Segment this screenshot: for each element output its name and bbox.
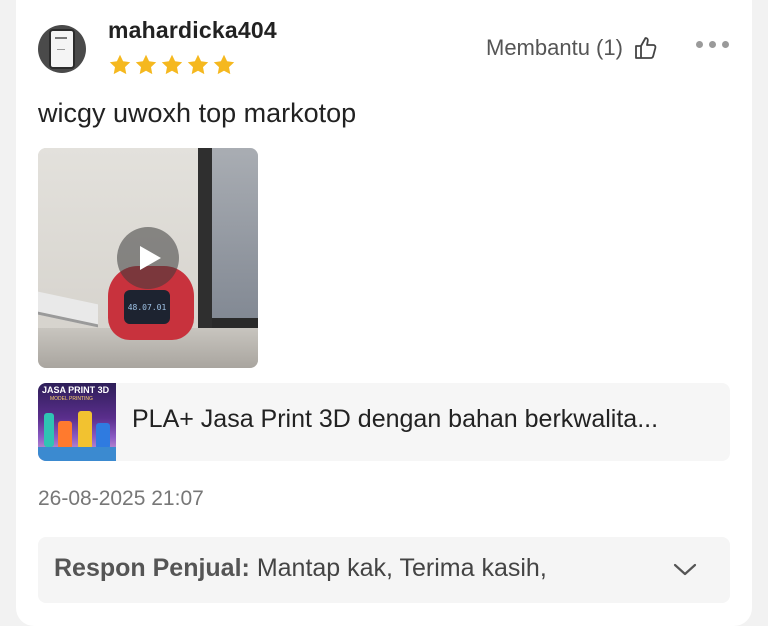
thumbnail-shape [44,413,54,447]
star-icon [213,54,235,75]
thumbnail-base [38,447,116,461]
play-icon[interactable] [117,227,179,289]
review-video-thumbnail[interactable]: 48.07.01 [38,148,258,368]
product-link[interactable]: JASA PRINT 3D MODEL PRINTING PLA+ Jasa P… [38,383,730,461]
review-date: 26-08-2025 21:07 [38,487,204,510]
product-thumbnail-subtitle: MODEL PRINTING [50,396,93,402]
helpful-label: Membantu (1) [486,35,623,60]
video-window-frame [198,148,212,338]
thumbnail-shape [96,423,110,449]
video-robot-screen: 48.07.01 [124,290,170,324]
rating-stars [108,53,236,77]
seller-response-text: Respon Penjual: Mantap kak, Terima kasih… [54,554,547,583]
product-name: PLA+ Jasa Print 3D dengan bahan berkwali… [132,405,659,433]
more-dot [709,41,716,48]
chevron-down-icon[interactable] [672,559,698,579]
avatar[interactable] [38,25,86,73]
more-icon[interactable] [696,41,729,48]
video-window [212,148,258,338]
star-icon [161,54,183,75]
avatar-phone-image [49,29,75,69]
thumbs-up-icon [633,35,659,61]
thumbnail-shape [58,421,72,449]
username[interactable]: mahardicka404 [108,17,277,44]
review-card: mahardicka404 Membantu (1) wicgy uwoxh t… [16,0,752,626]
review-text: wicgy uwoxh top markotop [38,98,357,128]
more-dot [722,41,729,48]
thumbnail-shape [78,411,92,449]
product-thumbnail: JASA PRINT 3D MODEL PRINTING [38,383,116,461]
seller-response[interactable]: Respon Penjual: Mantap kak, Terima kasih… [38,537,730,603]
star-icon [135,54,157,75]
helpful-button[interactable]: Membantu (1) [486,35,659,61]
seller-response-label: Respon Penjual: [54,554,250,582]
star-icon [109,54,131,75]
product-thumbnail-title: JASA PRINT 3D [42,385,110,395]
more-dot [696,41,703,48]
seller-response-body: Mantap kak, Terima kasih, [249,554,547,582]
star-icon [187,54,209,75]
